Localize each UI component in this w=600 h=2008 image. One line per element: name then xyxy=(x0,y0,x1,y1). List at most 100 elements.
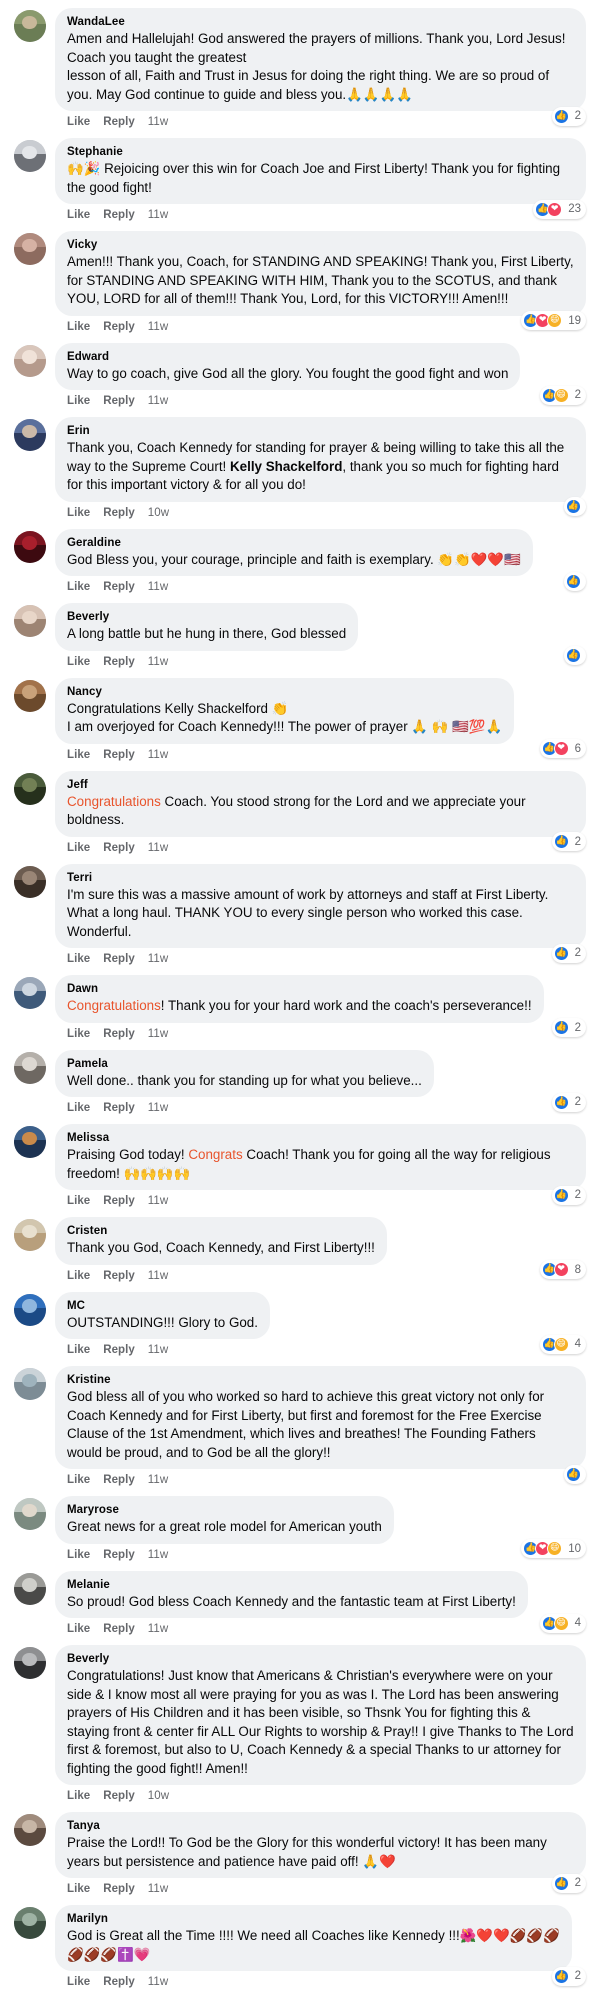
like-button[interactable]: Like xyxy=(67,1547,90,1563)
reaction-pill[interactable]: 👍 xyxy=(564,1464,586,1484)
reply-button[interactable]: Reply xyxy=(103,747,135,763)
comment-timestamp[interactable]: 11w xyxy=(148,1976,168,1988)
like-button[interactable]: Like xyxy=(67,505,90,521)
reply-button[interactable]: Reply xyxy=(103,579,135,595)
comment-timestamp[interactable]: 11w xyxy=(148,749,168,761)
comment-timestamp[interactable]: 11w xyxy=(148,1270,168,1282)
comment-author[interactable]: Pamela xyxy=(67,1056,422,1072)
avatar[interactable] xyxy=(14,605,46,637)
comment-author[interactable]: Vicky xyxy=(67,237,574,253)
reply-button[interactable]: Reply xyxy=(103,840,135,856)
like-button[interactable]: Like xyxy=(67,1100,90,1116)
reply-button[interactable]: Reply xyxy=(103,1621,135,1637)
reaction-pill[interactable]: 👍 😄 4 xyxy=(539,1613,586,1633)
reaction-pill[interactable]: 👍 2 xyxy=(551,943,586,963)
like-button[interactable]: Like xyxy=(67,1026,90,1042)
comment-author[interactable]: Edward xyxy=(67,349,508,365)
comment-author[interactable]: Tanya xyxy=(67,1818,574,1834)
comment-author[interactable]: Cristen xyxy=(67,1223,375,1239)
comment-author[interactable]: Stephanie xyxy=(67,144,574,160)
like-button[interactable]: Like xyxy=(67,1193,90,1209)
reply-button[interactable]: Reply xyxy=(103,1881,135,1897)
comment-timestamp[interactable]: 11w xyxy=(148,953,168,965)
comment-author[interactable]: MC xyxy=(67,1298,258,1314)
reaction-pill[interactable]: 👍 2 xyxy=(551,1966,586,1986)
avatar[interactable] xyxy=(14,1498,46,1530)
like-button[interactable]: Like xyxy=(67,1788,90,1804)
comment-timestamp[interactable]: 11w xyxy=(148,1549,168,1561)
avatar[interactable] xyxy=(14,977,46,1009)
reply-button[interactable]: Reply xyxy=(103,505,135,521)
avatar[interactable] xyxy=(14,772,46,805)
reply-button[interactable]: Reply xyxy=(103,114,135,130)
avatar[interactable] xyxy=(14,1293,46,1326)
comment-author[interactable]: Jeff xyxy=(67,777,574,793)
reaction-pill[interactable]: 👍 2 xyxy=(551,1873,586,1893)
avatar[interactable] xyxy=(14,1907,46,1939)
reaction-pill[interactable]: 👍 ❤ 23 xyxy=(533,199,586,219)
reply-button[interactable]: Reply xyxy=(103,1342,135,1358)
reply-button[interactable]: Reply xyxy=(103,1974,135,1990)
reaction-pill[interactable]: 👍 xyxy=(564,646,586,665)
reply-button[interactable]: Reply xyxy=(103,393,135,409)
avatar[interactable] xyxy=(14,344,46,377)
reply-button[interactable]: Reply xyxy=(103,654,135,670)
reaction-pill[interactable]: 👍 2 xyxy=(551,106,586,126)
comment-author[interactable]: Melanie xyxy=(67,1577,516,1593)
comment-author[interactable]: Kristine xyxy=(67,1372,574,1388)
reply-button[interactable]: Reply xyxy=(103,1026,135,1042)
comment-timestamp[interactable]: 11w xyxy=(148,1195,168,1207)
avatar[interactable] xyxy=(14,679,46,712)
comment-author[interactable]: Maryrose xyxy=(67,1502,382,1518)
comment-timestamp[interactable]: 11w xyxy=(148,1883,168,1895)
comment-timestamp[interactable]: 11w xyxy=(148,656,168,668)
like-button[interactable]: Like xyxy=(67,747,90,763)
like-button[interactable]: Like xyxy=(67,207,90,223)
like-button[interactable]: Like xyxy=(67,1268,90,1284)
avatar[interactable] xyxy=(14,419,46,451)
avatar[interactable] xyxy=(14,865,46,898)
reply-button[interactable]: Reply xyxy=(103,951,135,967)
comment-author[interactable]: WandaLee xyxy=(67,14,574,30)
highlighted-keyword[interactable]: Congratulations xyxy=(67,998,161,1013)
comment-author[interactable]: Terri xyxy=(67,870,574,886)
avatar[interactable] xyxy=(14,1572,46,1605)
avatar[interactable] xyxy=(14,530,46,563)
avatar[interactable] xyxy=(14,1219,46,1251)
like-button[interactable]: Like xyxy=(67,1881,90,1897)
highlighted-keyword[interactable]: Congrats xyxy=(188,1147,242,1162)
comment-timestamp[interactable]: 11w xyxy=(148,842,168,854)
reaction-pill[interactable]: 👍 ❤ 😄 10 xyxy=(521,1539,586,1558)
comment-author[interactable]: Melissa xyxy=(67,1130,574,1146)
comment-timestamp[interactable]: 11w xyxy=(148,1102,168,1114)
reaction-pill[interactable]: 👍 2 xyxy=(551,1185,586,1205)
comment-timestamp[interactable]: 11w xyxy=(148,209,168,221)
like-button[interactable]: Like xyxy=(67,1342,90,1358)
comment-author[interactable]: Beverly xyxy=(67,609,346,625)
reaction-pill[interactable]: 👍 xyxy=(564,571,586,591)
avatar[interactable] xyxy=(14,1814,46,1846)
comment-timestamp[interactable]: 11w xyxy=(148,581,168,593)
reaction-pill[interactable]: 👍 😄 2 xyxy=(539,385,586,405)
avatar[interactable] xyxy=(14,140,46,172)
reply-button[interactable]: Reply xyxy=(103,319,135,335)
comment-timestamp[interactable]: 11w xyxy=(148,1028,168,1040)
like-button[interactable]: Like xyxy=(67,393,90,409)
comment-author[interactable]: Beverly xyxy=(67,1651,574,1667)
comment-timestamp[interactable]: 11w xyxy=(148,321,168,333)
comment-timestamp[interactable]: 11w xyxy=(148,395,168,407)
reaction-pill[interactable]: 👍 2 xyxy=(551,1092,586,1112)
highlighted-keyword[interactable]: Congratulations xyxy=(67,794,161,809)
mention-link[interactable]: Kelly Shackelford xyxy=(230,459,342,474)
reaction-pill[interactable]: 👍 ❤ 8 xyxy=(539,1260,586,1279)
reaction-pill[interactable]: 👍 xyxy=(564,497,586,516)
avatar[interactable] xyxy=(14,233,46,265)
avatar[interactable] xyxy=(14,10,46,42)
reaction-pill[interactable]: 👍 ❤ 6 xyxy=(539,739,586,758)
like-button[interactable]: Like xyxy=(67,114,90,130)
avatar[interactable] xyxy=(14,1051,46,1084)
like-button[interactable]: Like xyxy=(67,840,90,856)
comment-author[interactable]: Geraldine xyxy=(67,535,521,551)
avatar[interactable] xyxy=(14,1368,46,1400)
reaction-pill[interactable]: 👍 😄 4 xyxy=(539,1334,586,1354)
